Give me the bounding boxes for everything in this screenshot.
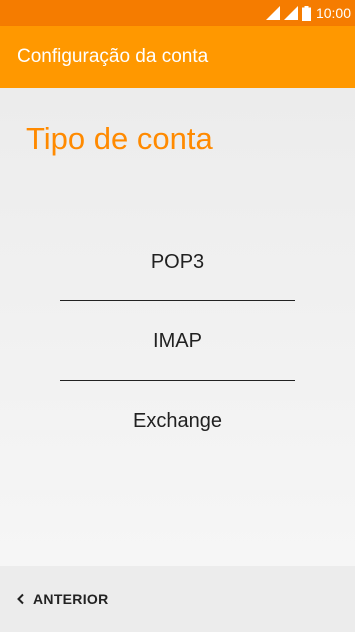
status-bar: 10:00 [0, 0, 355, 26]
back-button[interactable]: ANTERIOR [15, 579, 119, 619]
app-bar-title: Configuração da conta [17, 46, 209, 67]
battery-icon [301, 5, 311, 21]
back-button-label: ANTERIOR [33, 591, 109, 607]
divider [60, 380, 295, 381]
signal-icon [265, 6, 280, 20]
chevron-left-icon [17, 593, 24, 605]
option-imap[interactable]: IMAP [60, 316, 295, 366]
status-icons: 10:00 [265, 0, 351, 26]
bottom-nav-bar: ANTERIOR [0, 566, 355, 632]
app-bar: Configuração da conta [0, 26, 355, 88]
page-title: Tipo de conta [26, 121, 213, 156]
main-content: Tipo de conta POP3 IMAP Exchange [0, 88, 355, 566]
divider [60, 300, 295, 301]
option-pop3[interactable]: POP3 [60, 237, 295, 287]
status-time: 10:00 [315, 5, 351, 21]
signal-icon [283, 6, 298, 20]
option-exchange[interactable]: Exchange [60, 396, 295, 446]
